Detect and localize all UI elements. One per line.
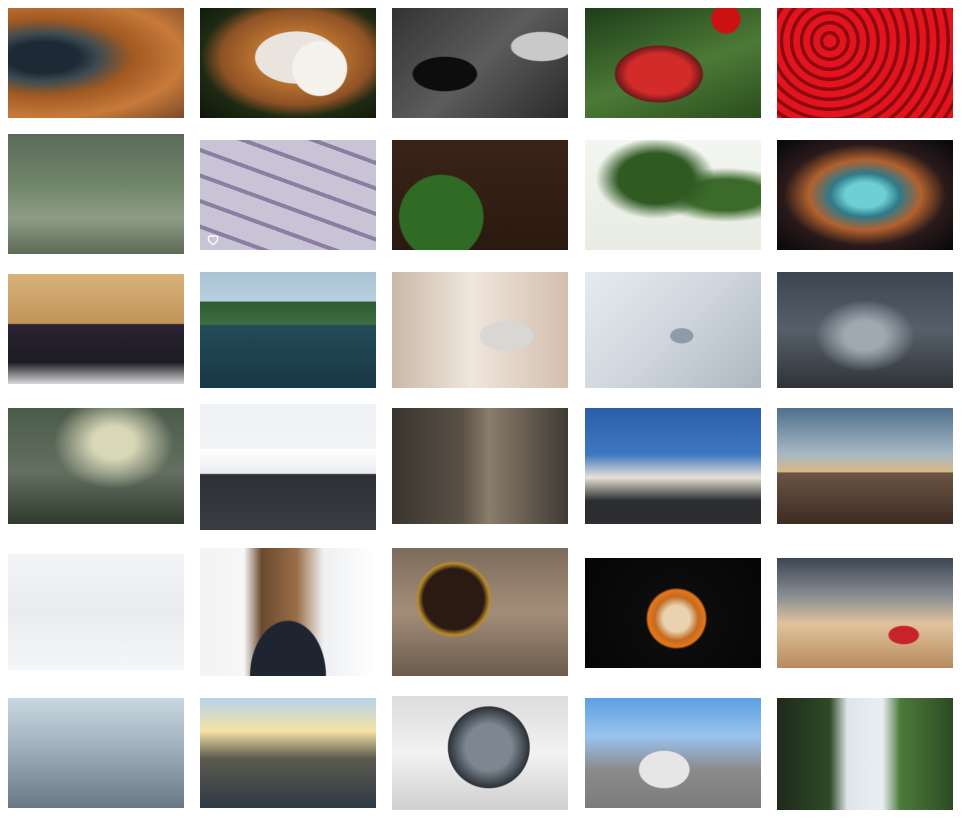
photo-robot-pizza (392, 272, 568, 388)
gallery-tile[interactable] (200, 548, 376, 676)
gallery-tile[interactable] (8, 274, 184, 384)
photo-feet-on-log (200, 548, 376, 676)
gallery-tile[interactable] (8, 554, 184, 670)
gallery-tile[interactable] (585, 408, 761, 524)
gallery-tile[interactable] (585, 558, 761, 668)
gallery-tile[interactable] (8, 134, 184, 254)
gallery-tile[interactable] (392, 408, 568, 524)
photo-astronaut (392, 696, 568, 810)
gallery-tile[interactable] (585, 8, 761, 118)
photo-dog (200, 8, 376, 118)
photo-sea-pier (777, 408, 953, 524)
photo-canyon-walkway (392, 408, 568, 524)
gallery-tile[interactable] (777, 408, 953, 524)
gallery-tile[interactable] (392, 140, 568, 250)
photo-rainy-window (8, 134, 184, 254)
photo-wind-turbines-road (585, 408, 761, 524)
gallery-tile[interactable] (8, 698, 184, 808)
photo-waterfall (777, 698, 953, 810)
gallery-tile[interactable] (585, 272, 761, 388)
gallery-tile[interactable] (777, 8, 953, 118)
photo-ruined-city (8, 698, 184, 808)
gallery-tile[interactable] (8, 8, 184, 118)
gallery-tile[interactable] (585, 698, 761, 808)
gallery-tile[interactable] (200, 8, 376, 118)
gallery-tile[interactable] (392, 8, 568, 118)
photo-poker-chips (8, 274, 184, 384)
gallery-tile[interactable] (777, 558, 953, 668)
gallery-tile[interactable] (392, 272, 568, 388)
gallery-tile[interactable] (392, 696, 568, 810)
photo-metal-tools (392, 8, 568, 118)
gallery-tile[interactable] (585, 140, 761, 250)
photo-mountain-lake (200, 272, 376, 388)
gallery-tile[interactable] (777, 140, 953, 250)
photo-beach-boat (777, 558, 953, 668)
photo-white-machine (585, 272, 761, 388)
photo-snow-field (8, 554, 184, 670)
photo-fur-closeup (8, 8, 184, 118)
photo-gallery-grid (0, 0, 962, 821)
photo-green-leaves-capsules (392, 140, 568, 250)
photo-coffee-beans (392, 548, 568, 676)
photo-city-skyline (200, 698, 376, 808)
gallery-tile[interactable] (200, 140, 376, 250)
photo-crab-nebula (777, 140, 953, 250)
photo-red-drink (585, 8, 761, 118)
photo-foggy-forest (777, 272, 953, 388)
gallery-tile[interactable] (8, 408, 184, 524)
photo-snowy-road (200, 404, 376, 530)
photo-latte-art (585, 558, 761, 668)
gallery-tile[interactable] (777, 698, 953, 810)
gallery-tile[interactable] (200, 698, 376, 808)
photo-cherries (777, 8, 953, 118)
photo-pills (200, 140, 376, 250)
gallery-tile[interactable] (392, 548, 568, 676)
gallery-tile[interactable] (200, 404, 376, 530)
photo-vw-van (585, 698, 761, 808)
photo-tree-branches (585, 140, 761, 250)
photo-misty-railway (8, 408, 184, 524)
gallery-tile[interactable] (777, 272, 953, 388)
gallery-tile[interactable] (200, 272, 376, 388)
heart-outline-icon[interactable] (205, 232, 221, 246)
